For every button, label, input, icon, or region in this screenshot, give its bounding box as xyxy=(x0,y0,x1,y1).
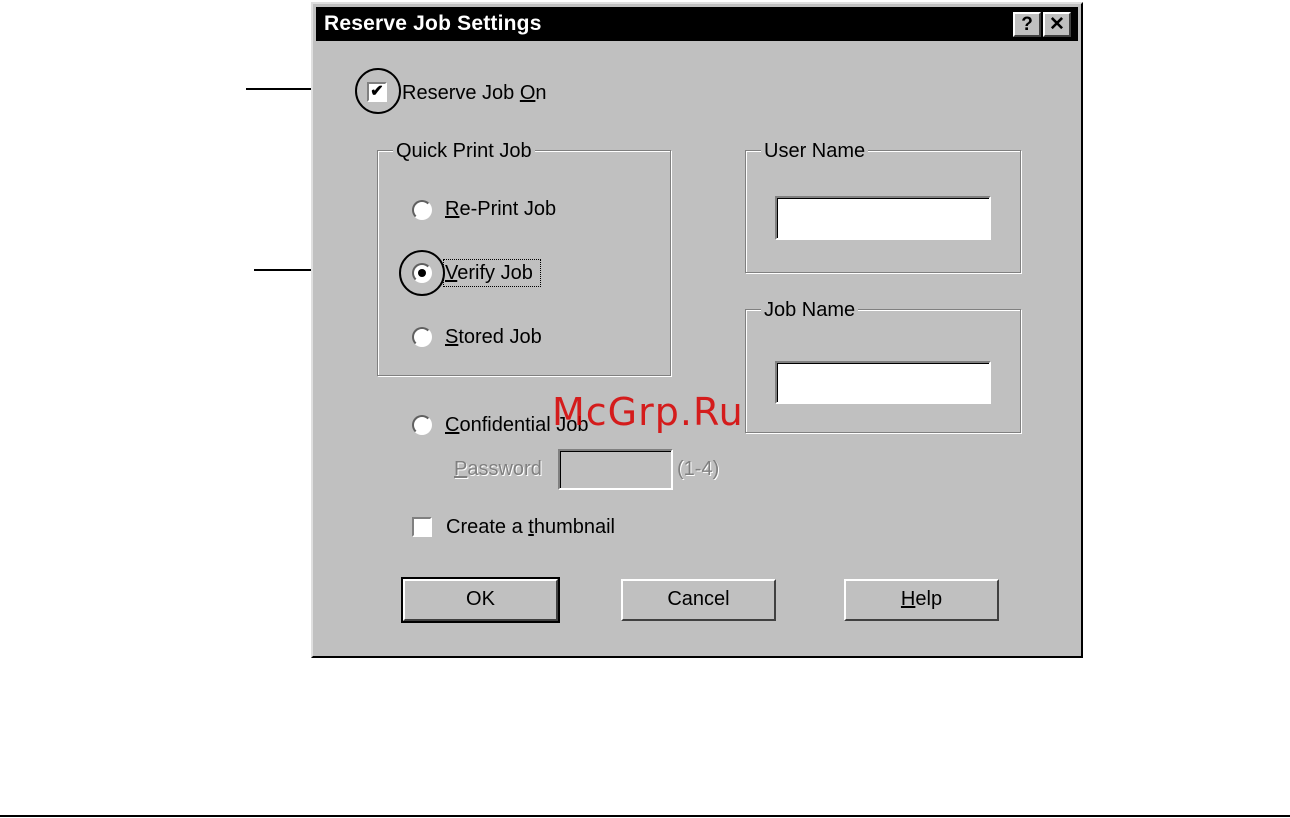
job-name-input[interactable] xyxy=(775,361,991,404)
create-thumbnail-label[interactable]: Create a thumbnail xyxy=(446,515,615,539)
reserve-job-dialog: Reserve Job Settings ? ✕ ✔ Reserve Job O… xyxy=(311,2,1083,658)
verify-job-label[interactable]: Verify Job xyxy=(443,259,541,287)
title-bar: Reserve Job Settings ? ✕ xyxy=(316,7,1078,41)
quick-print-job-group-title: Quick Print Job xyxy=(393,139,535,163)
reprint-job-radio[interactable] xyxy=(412,200,432,220)
stored-job-label[interactable]: Stored Job xyxy=(445,325,542,349)
callout-circle-reserve xyxy=(355,68,401,114)
stored-job-radio[interactable] xyxy=(412,327,432,347)
ok-button[interactable]: OK xyxy=(401,577,560,623)
password-label: Password xyxy=(454,458,542,480)
reprint-job-label[interactable]: Re-Print Job xyxy=(445,197,556,221)
confidential-job-radio[interactable] xyxy=(412,415,432,435)
create-thumbnail-checkbox[interactable] xyxy=(412,517,432,537)
user-name-group-title: User Name xyxy=(761,139,869,163)
close-icon[interactable]: ✕ xyxy=(1043,12,1071,37)
watermark-text: McGrp.Ru xyxy=(552,390,744,434)
callout-circle-verify xyxy=(399,250,445,296)
footer-rule xyxy=(0,815,1290,817)
help-question-icon[interactable]: ? xyxy=(1013,12,1041,37)
job-name-group-title: Job Name xyxy=(761,298,859,322)
dialog-title: Reserve Job Settings xyxy=(324,12,542,35)
reserve-job-on-label[interactable]: Reserve Job On xyxy=(402,81,547,105)
password-range-hint: (1-4) xyxy=(677,458,720,480)
cancel-button[interactable]: Cancel xyxy=(621,579,776,621)
password-field xyxy=(558,449,673,490)
user-name-input[interactable] xyxy=(775,196,991,240)
help-button[interactable]: Help xyxy=(844,579,999,621)
